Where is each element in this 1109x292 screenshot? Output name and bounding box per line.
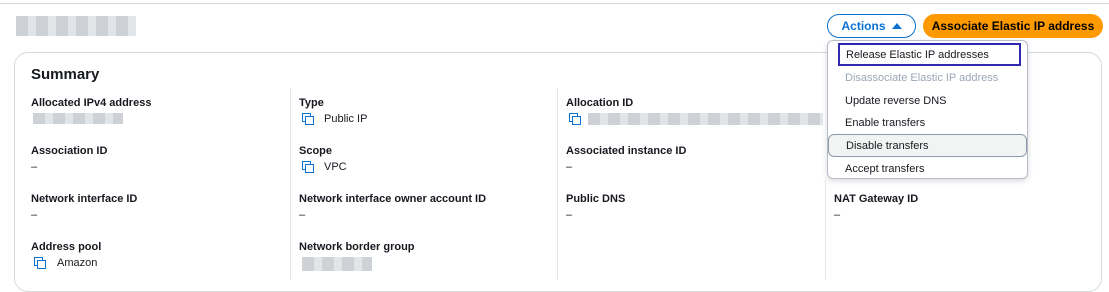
copy-icon[interactable] — [302, 161, 314, 173]
actions-label: Actions — [841, 19, 886, 33]
allocated-ipv4-label: Allocated IPv4 address — [31, 97, 152, 109]
column-divider — [825, 180, 826, 280]
type-label: Type — [299, 97, 324, 109]
summary-title: Summary — [31, 66, 100, 83]
copy-icon[interactable] — [569, 113, 581, 125]
associated-instance-label: Associated instance ID — [566, 145, 687, 157]
allocated-ipv4-value-redacted — [33, 113, 123, 124]
copy-icon[interactable] — [302, 113, 314, 125]
column-divider — [557, 88, 558, 280]
actions-button[interactable]: Actions — [827, 14, 916, 38]
ni-owner-value: – — [299, 209, 306, 221]
copy-icon[interactable] — [34, 257, 46, 269]
nat-gateway-label: NAT Gateway ID — [834, 193, 919, 205]
public-dns-value: – — [566, 209, 573, 221]
scope-label: Scope — [299, 145, 333, 157]
allocation-id-label: Allocation ID — [566, 97, 634, 109]
page-title-redacted — [16, 16, 136, 36]
public-dns-label: Public DNS — [566, 193, 626, 205]
associate-elastic-ip-button[interactable]: Associate Elastic IP address — [923, 14, 1103, 38]
scope-value: VPC — [324, 161, 347, 173]
top-divider — [0, 3, 1109, 4]
associated-instance-value: – — [566, 161, 573, 173]
menu-item-update-reverse-dns[interactable]: Update reverse DNS — [828, 89, 1029, 112]
menu-item-disassociate-elastic-ip: Disassociate Elastic IP address — [845, 71, 999, 84]
menu-item-disable-transfers[interactable]: Disable transfers — [828, 134, 1027, 157]
network-interface-label: Network interface ID — [31, 193, 138, 205]
type-value: Public IP — [324, 113, 368, 125]
menu-item-accept-transfers[interactable]: Accept transfers — [828, 157, 1029, 180]
ni-owner-label: Network interface owner account ID — [299, 193, 487, 205]
allocation-id-value-redacted — [588, 113, 823, 125]
caret-up-icon — [891, 23, 902, 29]
menu-item-enable-transfers[interactable]: Enable transfers — [828, 111, 1029, 134]
nat-gateway-value: – — [834, 209, 841, 221]
menu-item-release-elastic-ip[interactable]: Release Elastic IP addresses — [838, 43, 1021, 66]
border-group-value-redacted — [302, 257, 372, 271]
column-divider — [290, 88, 291, 280]
association-id-label: Association ID — [31, 145, 108, 157]
address-pool-label: Address pool — [31, 241, 102, 253]
association-id-value: – — [31, 161, 38, 173]
border-group-label: Network border group — [299, 241, 415, 253]
actions-dropdown-menu: Release Elastic IP addresses Disassociat… — [827, 40, 1028, 179]
network-interface-value: – — [31, 209, 38, 221]
address-pool-value: Amazon — [57, 257, 98, 269]
